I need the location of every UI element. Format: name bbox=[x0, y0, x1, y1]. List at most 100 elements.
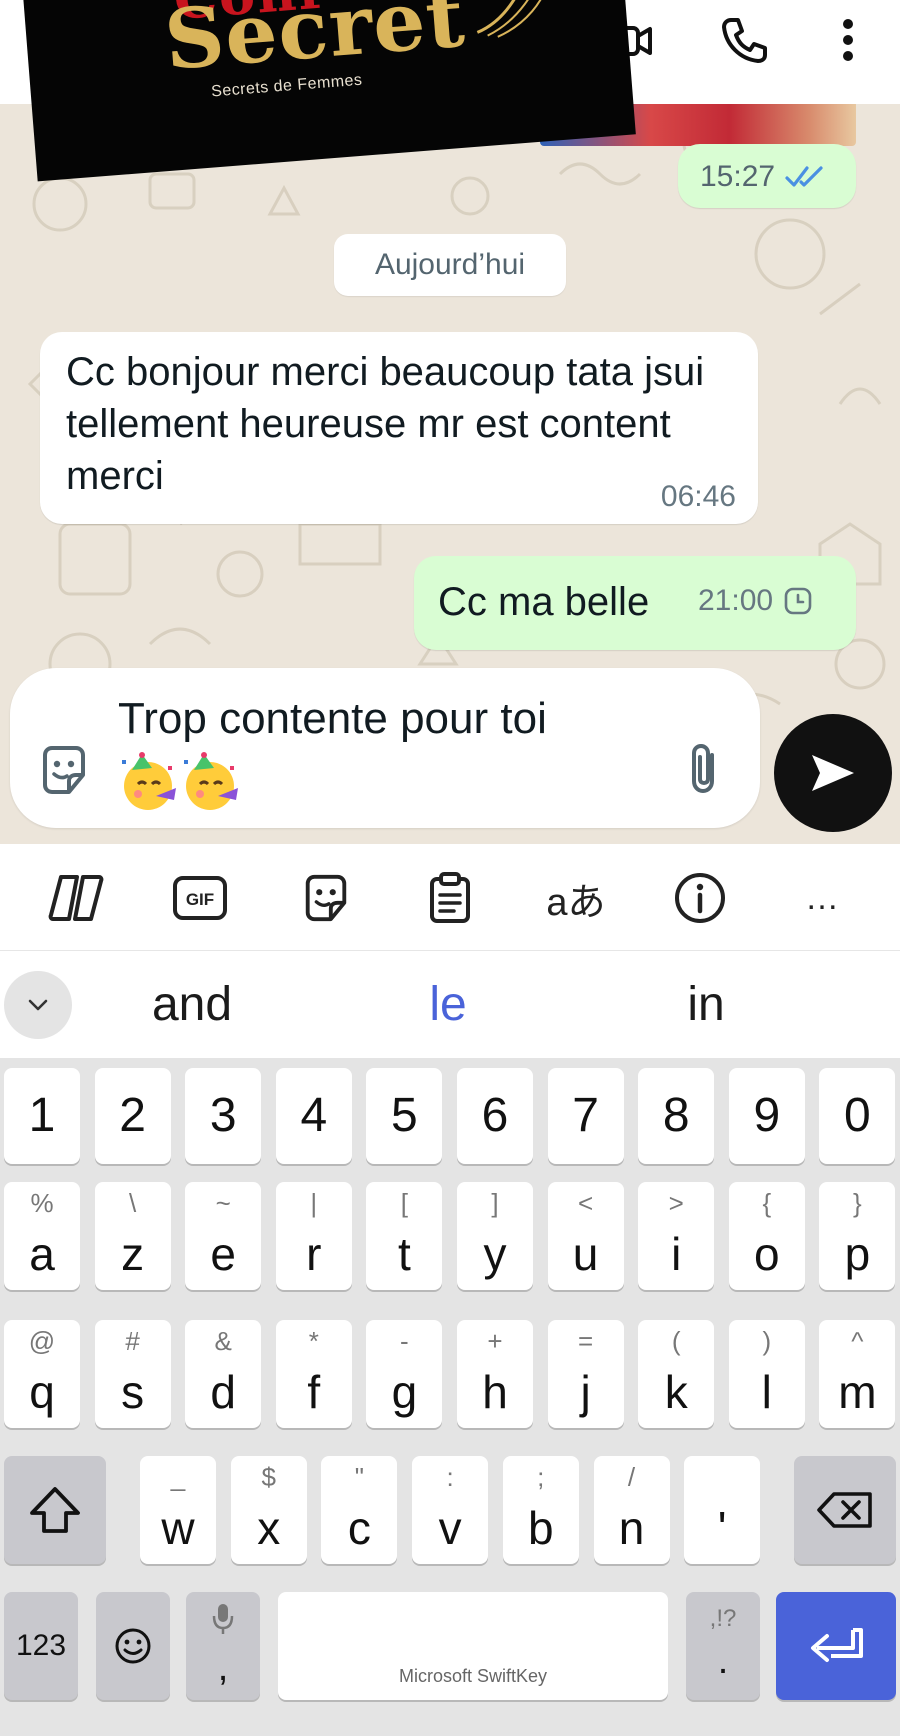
key-9[interactable]: 9 bbox=[728, 1068, 805, 1164]
collapse-suggestions-button[interactable] bbox=[4, 971, 72, 1039]
key-j[interactable]: = j bbox=[547, 1320, 624, 1428]
key-label: 1 bbox=[28, 1089, 56, 1142]
key-label: g bbox=[391, 1366, 418, 1418]
key-secondary: + bbox=[487, 1326, 503, 1356]
sticker-button[interactable] bbox=[34, 740, 94, 800]
key-4[interactable]: 4 bbox=[275, 1068, 352, 1164]
backspace-key[interactable] bbox=[794, 1456, 896, 1564]
key-label: 0 bbox=[844, 1089, 871, 1142]
send-button[interactable] bbox=[774, 714, 892, 832]
sticker-keyboard-button[interactable] bbox=[290, 866, 362, 930]
key-secondary: _ bbox=[170, 1462, 186, 1492]
key-b[interactable]: ; b bbox=[502, 1456, 579, 1564]
space-key[interactable]: Microsoft SwiftKey bbox=[278, 1592, 668, 1700]
shift-arrow-icon bbox=[30, 1487, 80, 1533]
gif-button[interactable]: GIF bbox=[164, 866, 236, 930]
key-q[interactable]: @ q bbox=[4, 1320, 80, 1428]
toolbar-more-button[interactable]: … bbox=[786, 866, 858, 930]
key-label: c bbox=[347, 1502, 371, 1554]
key-x[interactable]: $ x bbox=[230, 1456, 307, 1564]
key-z[interactable]: \ z bbox=[94, 1182, 171, 1290]
pending-clock-icon bbox=[784, 587, 812, 615]
suggestion-1[interactable]: and bbox=[92, 977, 292, 1033]
outgoing-message[interactable]: Cc ma belle 21:00 bbox=[414, 556, 856, 650]
key-6[interactable]: 6 bbox=[457, 1068, 533, 1164]
period-key[interactable]: ,!? . bbox=[686, 1592, 760, 1700]
clipboard-icon bbox=[430, 872, 470, 923]
message-time: 06:46 bbox=[660, 480, 736, 513]
key-u[interactable]: < u bbox=[547, 1182, 624, 1290]
backspace-icon bbox=[817, 1492, 872, 1528]
suggestion-bar: and le in bbox=[0, 950, 900, 1058]
message-text: Cc ma belle bbox=[438, 580, 650, 624]
key-label: h bbox=[482, 1366, 508, 1418]
message-composer[interactable]: Trop contente pour toi bbox=[10, 668, 760, 828]
message-input[interactable]: Trop contente pour toi bbox=[118, 686, 598, 833]
key-label: w bbox=[161, 1502, 195, 1554]
key-secondary: " bbox=[354, 1462, 364, 1492]
suggestion-2[interactable]: le bbox=[348, 977, 548, 1033]
key-m[interactable]: ^ m bbox=[819, 1320, 896, 1428]
key-label: f bbox=[307, 1366, 321, 1418]
translate-button[interactable]: aあ bbox=[540, 866, 612, 930]
keyboard-toolbar: GIF aあ … bbox=[0, 844, 900, 950]
key-5[interactable]: 5 bbox=[366, 1068, 443, 1164]
shift-key[interactable] bbox=[4, 1456, 106, 1564]
key-label: o bbox=[754, 1228, 780, 1280]
clipboard-button[interactable] bbox=[414, 866, 486, 930]
key-k[interactable]: (k bbox=[638, 1320, 715, 1428]
message-time: 21:00 bbox=[698, 584, 774, 617]
phone-icon bbox=[722, 18, 767, 63]
key-1[interactable]: 1 bbox=[4, 1068, 80, 1164]
key-label: s bbox=[121, 1366, 145, 1418]
key-secondary: & bbox=[214, 1326, 232, 1356]
more-options-button[interactable] bbox=[818, 10, 878, 70]
key-w[interactable]: _ w bbox=[140, 1456, 216, 1564]
key-0[interactable]: 0 bbox=[819, 1068, 896, 1164]
key-secondary: [ bbox=[400, 1188, 408, 1218]
key-l[interactable]: ) l bbox=[728, 1320, 805, 1428]
key-r[interactable]: | r bbox=[275, 1182, 352, 1290]
key-secondary: } bbox=[853, 1188, 862, 1218]
key-d[interactable]: & d bbox=[185, 1320, 262, 1428]
key-y[interactable]: ] y bbox=[457, 1182, 533, 1290]
key-2[interactable]: 2 bbox=[94, 1068, 171, 1164]
key-s[interactable]: # s bbox=[94, 1320, 171, 1428]
key-v[interactable]: :v bbox=[412, 1456, 489, 1564]
key-label: y bbox=[483, 1228, 507, 1280]
key-c[interactable]: " c bbox=[321, 1456, 398, 1564]
key-h[interactable]: + h bbox=[457, 1320, 533, 1428]
key-e[interactable]: ~ e bbox=[185, 1182, 262, 1290]
enter-key[interactable] bbox=[776, 1592, 896, 1700]
info-button[interactable] bbox=[664, 866, 736, 930]
key-t[interactable]: [t bbox=[366, 1182, 443, 1290]
key-label: r bbox=[306, 1228, 322, 1280]
key-o[interactable]: {o bbox=[728, 1182, 805, 1290]
numbers-toggle-key[interactable]: 123 bbox=[4, 1592, 78, 1700]
key-a[interactable]: % a bbox=[4, 1182, 80, 1290]
copilot-button[interactable] bbox=[40, 866, 112, 930]
emoji-key[interactable] bbox=[96, 1592, 170, 1700]
key-label: b bbox=[528, 1502, 554, 1554]
key-7[interactable]: 7 bbox=[547, 1068, 624, 1164]
suggestion-3[interactable]: in bbox=[606, 977, 806, 1033]
voice-call-button[interactable] bbox=[714, 10, 774, 70]
message-text: Cc bonjour merci beaucoup tata jsui tell… bbox=[66, 350, 705, 498]
attach-button[interactable] bbox=[674, 736, 734, 802]
key-label: q bbox=[29, 1366, 55, 1418]
key-3[interactable]: 3 bbox=[185, 1068, 262, 1164]
comma-mic-key[interactable]: , bbox=[186, 1592, 260, 1700]
date-divider: Aujourd’hui bbox=[334, 234, 566, 296]
key-secondary: $ bbox=[261, 1462, 276, 1492]
key-g[interactable]: -g bbox=[366, 1320, 443, 1428]
key-n[interactable]: / n bbox=[593, 1456, 670, 1564]
key-f[interactable]: * f bbox=[275, 1320, 352, 1428]
key-label: i bbox=[671, 1228, 682, 1280]
svg-text:GIF: GIF bbox=[186, 890, 214, 909]
incoming-message[interactable]: Cc bonjour merci beaucoup tata jsui tell… bbox=[40, 332, 758, 524]
key-8[interactable]: 8 bbox=[638, 1068, 715, 1164]
key-label: 4 bbox=[300, 1089, 328, 1142]
key-i[interactable]: > i bbox=[638, 1182, 715, 1290]
key-p[interactable]: } p bbox=[819, 1182, 896, 1290]
key-apostrophe[interactable]: ' bbox=[684, 1456, 761, 1564]
